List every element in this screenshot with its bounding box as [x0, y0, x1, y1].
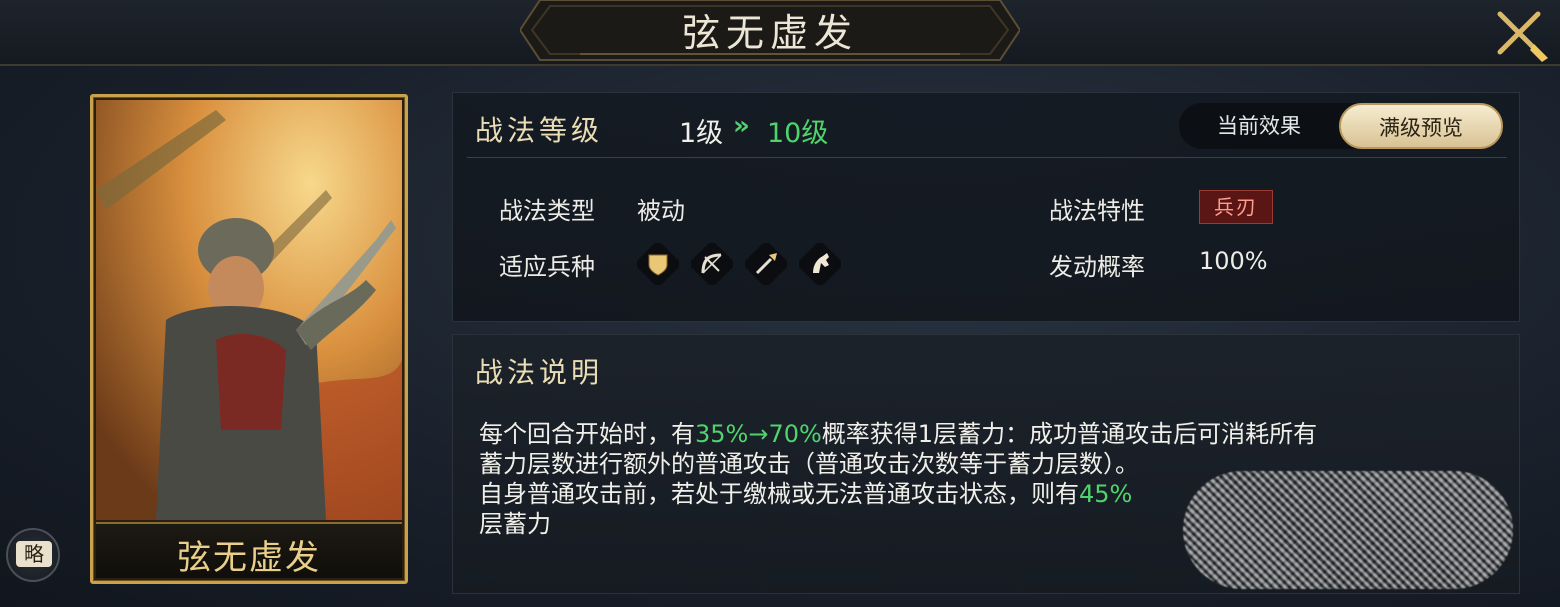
trigger-rate-label: 发动概率	[1049, 253, 1145, 281]
level-section-title: 战法等级	[475, 114, 604, 147]
chance-value: 35%→70%	[695, 420, 822, 448]
trait-badge: 兵刃	[1199, 190, 1273, 224]
card-skill-name: 弦无虚发	[177, 538, 321, 578]
top-bar: 弦无虚发	[0, 0, 1560, 66]
level-arrow-icon: »	[733, 111, 750, 141]
chance-value: 45%	[1079, 480, 1133, 508]
bow-icon	[690, 242, 734, 286]
description-section-title: 战法说明	[475, 356, 604, 389]
description-text-segment: 概率获得1层蓄力：成功普通攻击后可消耗所有	[821, 420, 1318, 448]
effect-toggle: 当前效果 满级预览	[1179, 103, 1503, 149]
close-button[interactable]	[1494, 6, 1550, 64]
horse-icon	[798, 242, 842, 286]
page-title: 弦无虚发	[681, 11, 858, 55]
level-from: 1级	[679, 118, 724, 149]
general-portrait	[96, 100, 402, 520]
trigger-rate-value: 100%	[1199, 247, 1268, 275]
troop-types-label: 适应兵种	[499, 253, 595, 281]
level-to: 10级	[767, 118, 829, 149]
current-effect-tab[interactable]: 当前效果	[1179, 103, 1339, 149]
strategy-label: 略	[16, 541, 52, 567]
skill-type-value: 被动	[637, 197, 685, 225]
full-level-preview-tab[interactable]: 满级预览	[1339, 103, 1503, 149]
spear-icon	[744, 242, 788, 286]
skill-description-panel: 战法说明 每个回合开始时，有35%→70%概率获得1层蓄力：成功普通攻击后可消耗…	[452, 334, 1520, 594]
title-plate: 弦无虚发	[520, 0, 1020, 64]
divider	[467, 157, 1507, 158]
skill-trait-label: 战法特性	[1049, 197, 1145, 225]
description-text-segment: 自身普通攻击前，若处于缴械或无法普通攻击状态，则有	[479, 480, 1079, 508]
shield-icon	[636, 242, 680, 286]
card-name-bar: 弦无虚发	[96, 522, 402, 578]
skill-type-label: 战法类型	[499, 197, 595, 225]
skill-card: 弦无虚发	[90, 94, 408, 584]
skill-info-panel: 战法等级 1级 » 10级 当前效果 满级预览 战法类型 被动 适应兵种 战法特…	[452, 92, 1520, 322]
watermark-mosaic	[1183, 471, 1513, 589]
strategy-button[interactable]: 略	[6, 528, 60, 582]
description-text-segment: 每个回合开始时，有	[479, 420, 695, 448]
close-icon	[1497, 11, 1548, 62]
description-line-1: 每个回合开始时，有35%→70%概率获得1层蓄力：成功普通攻击后可消耗所有	[479, 419, 1509, 449]
